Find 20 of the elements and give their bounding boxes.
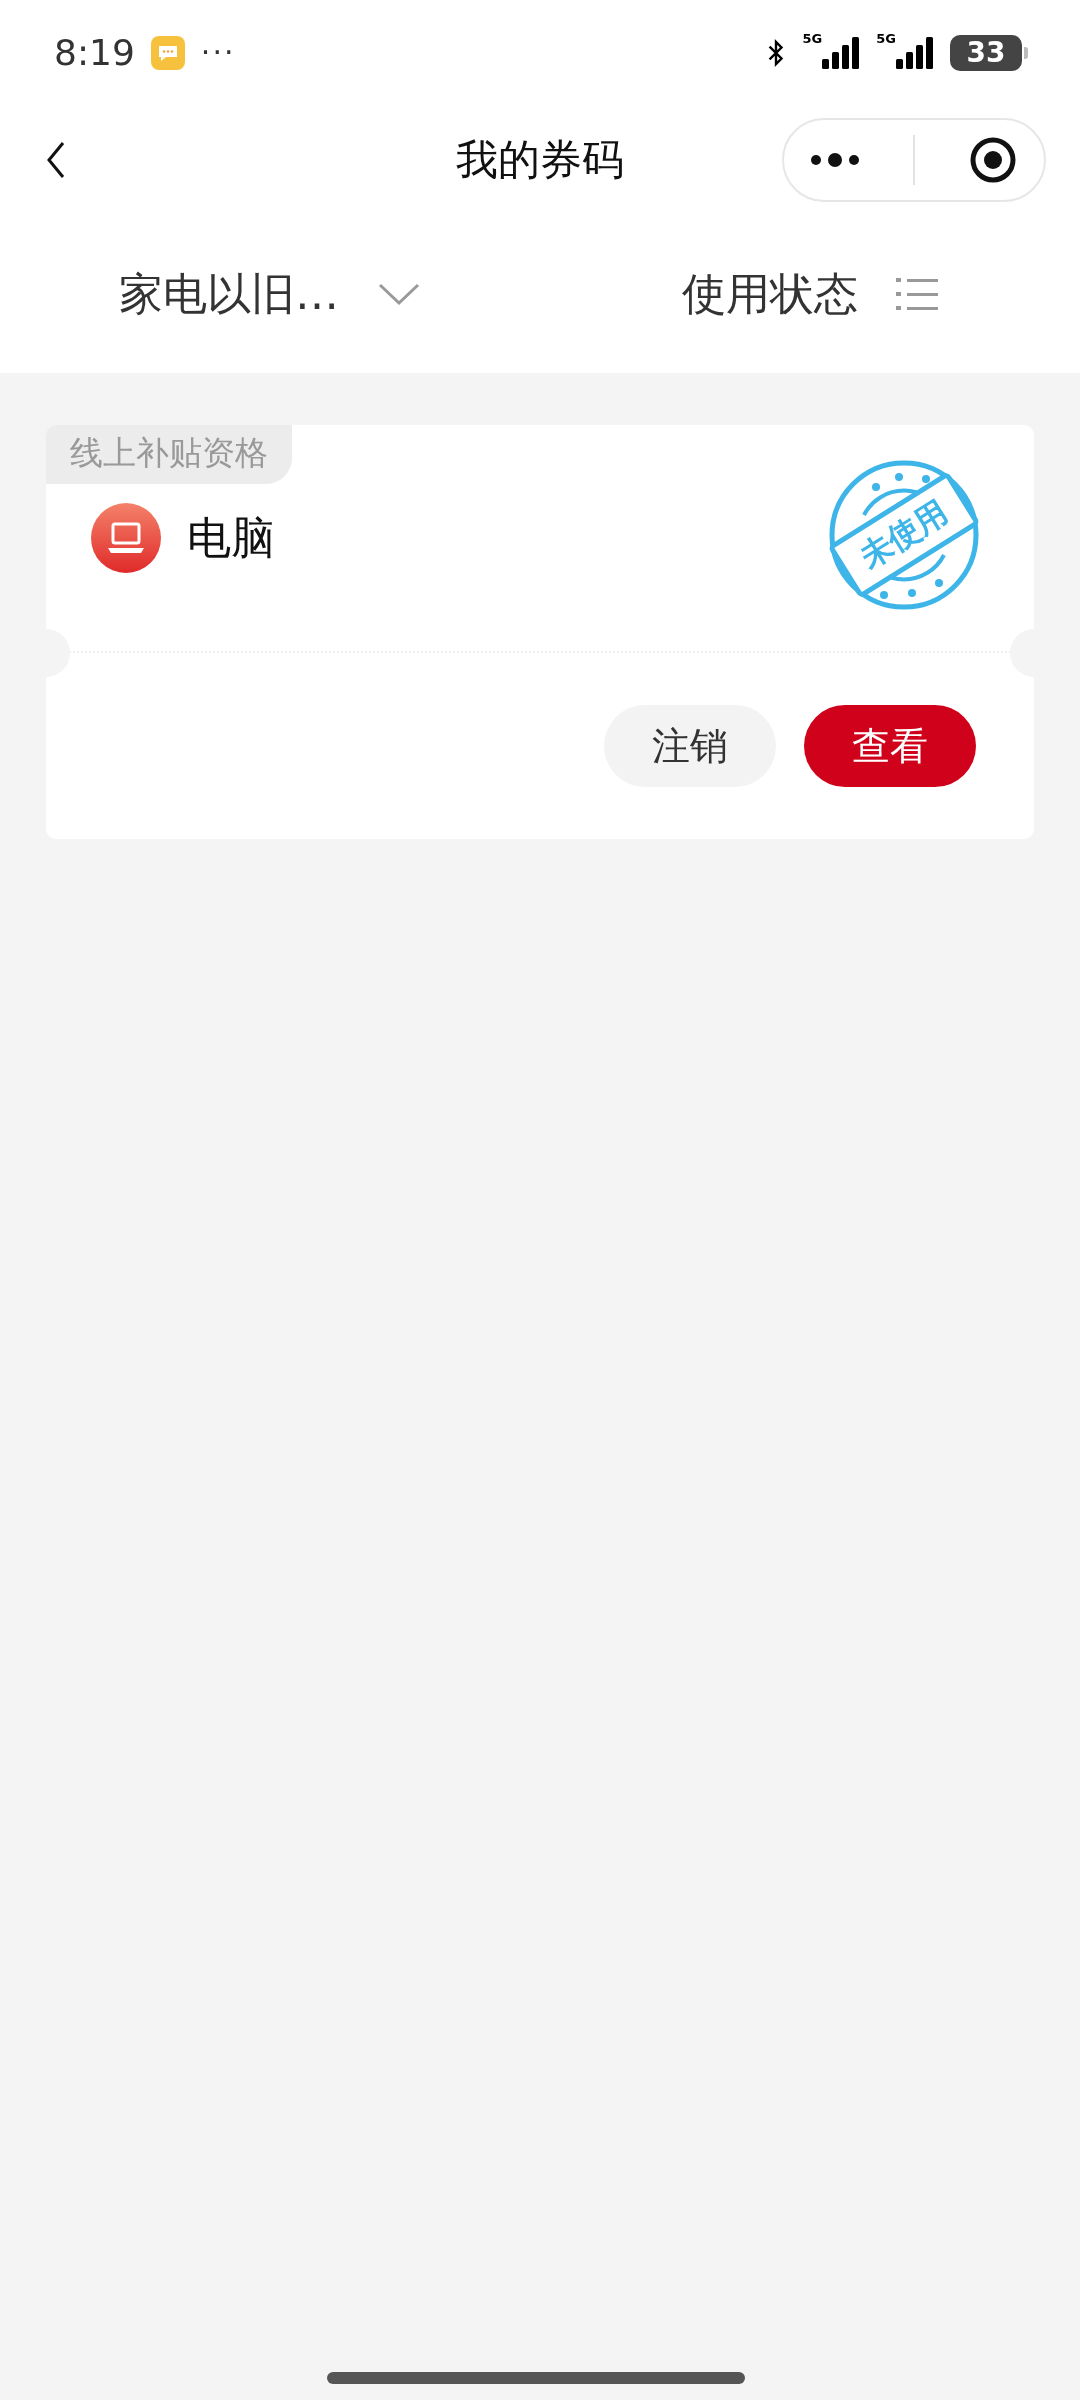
list-icon [896,276,938,312]
chevron-down-icon [377,282,421,306]
signal-icon [896,36,934,69]
cancel-button[interactable]: 注销 [604,705,776,787]
more-notifications: ··· [200,35,236,70]
more-icon[interactable] [810,152,861,168]
back-icon[interactable] [46,140,66,180]
network-label: 5G [876,30,896,46]
coupon-name: 电脑 [187,510,275,565]
network-label: 5G [802,30,823,46]
page-title: 我的券码 [456,134,624,186]
filter-control[interactable]: 家电以旧… [0,215,540,373]
view-button[interactable]: 查看 [804,705,976,787]
signal-icon [822,36,861,69]
laptop-icon [91,503,161,573]
filter-control[interactable]: 使用状态 [540,215,1080,373]
battery-indicator: 33 [950,34,1028,71]
coupon-tag: 线上补贴资格 [46,425,292,484]
message-icon [150,35,185,70]
status-time: 8:19 [54,32,135,73]
